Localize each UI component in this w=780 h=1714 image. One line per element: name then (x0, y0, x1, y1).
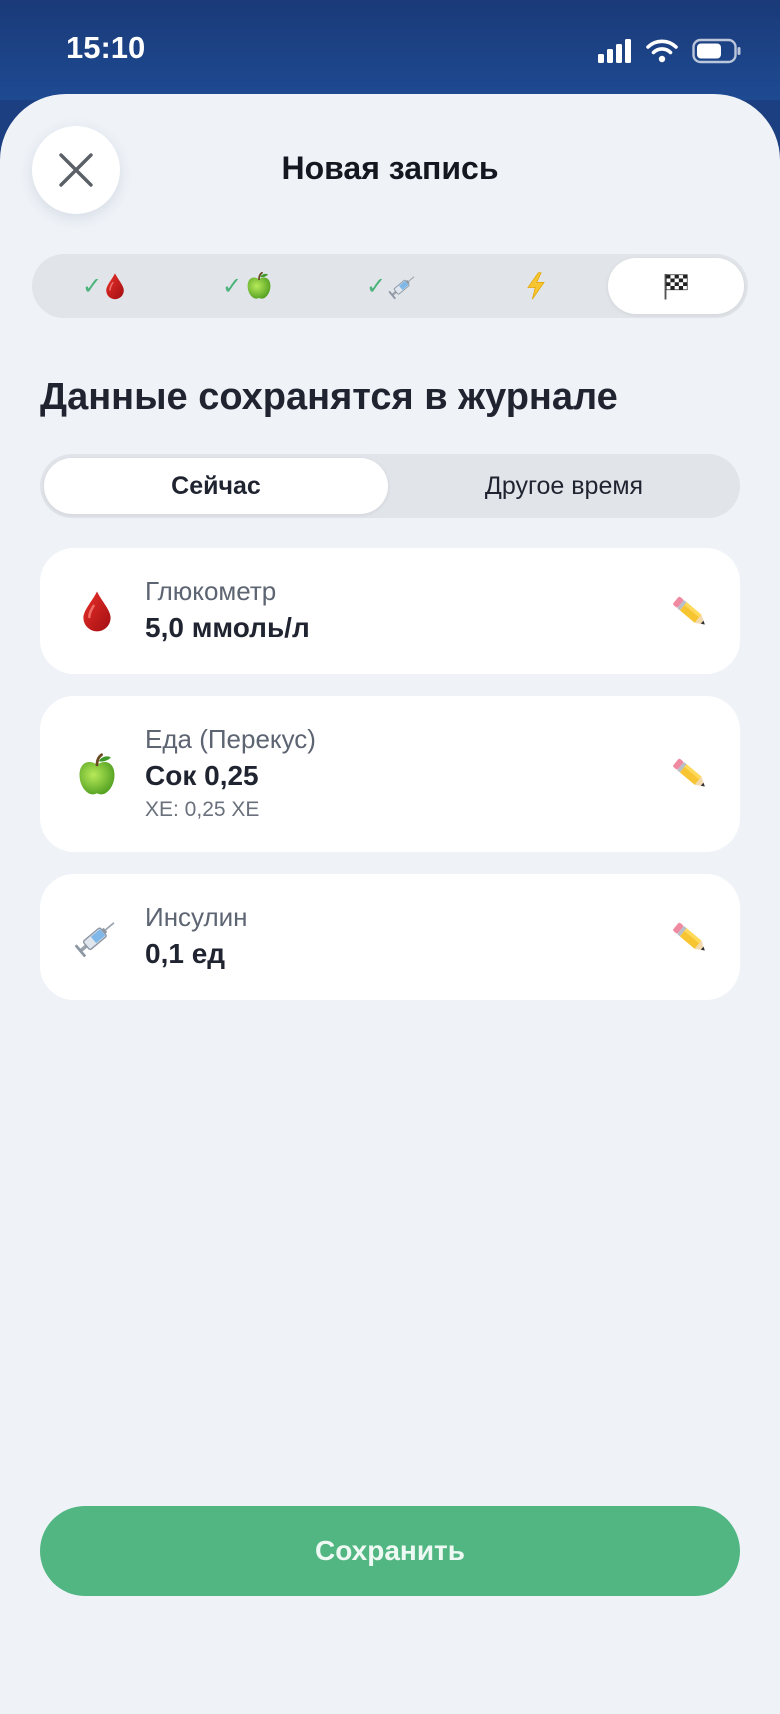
blood-drop-icon (104, 271, 126, 301)
entry-card-food[interactable]: Еда (Перекус) Сок 0,25 ХЕ: 0,25 ХЕ (40, 696, 740, 852)
entry-card-insulin[interactable]: Инсулин 0,1 ед (40, 874, 740, 1000)
battery-icon (692, 38, 741, 64)
time-toggle: Сейчас Другое время (40, 454, 740, 518)
syringe-icon (388, 271, 418, 301)
entry-icon (72, 750, 122, 800)
status-time: 15:10 (66, 30, 146, 65)
step-insulin[interactable]: ✓ (320, 258, 464, 314)
entry-label: Еда (Перекус) (145, 724, 316, 754)
checkered-flag-icon (661, 271, 691, 301)
status-icons (598, 36, 742, 66)
step-activity[interactable] (464, 258, 608, 314)
toggle-other-time[interactable]: Другое время (392, 458, 736, 514)
entry-icon (72, 912, 122, 962)
entry-value: 5,0 ммоль/л (145, 612, 310, 643)
entry-value: Сок 0,25 (145, 760, 259, 791)
entry-card-glucose[interactable]: Глюкометр 5,0 ммоль/л (40, 548, 740, 674)
green-apple-icon (244, 271, 274, 301)
pencil-icon[interactable] (668, 590, 712, 634)
check-icon: ✓ (365, 272, 387, 300)
entry-label: Глюкометр (145, 576, 277, 606)
green-apple-icon (74, 752, 120, 798)
new-entry-sheet: Новая запись ✓ ✓ ✓ Данные сохранятся в ж… (0, 94, 780, 1714)
step-glucose[interactable]: ✓ (32, 258, 176, 314)
pencil-icon[interactable] (668, 916, 712, 960)
signal-icon (598, 39, 631, 63)
check-icon: ✓ (81, 272, 103, 300)
pencil-icon[interactable] (668, 752, 712, 796)
check-icon: ✓ (221, 272, 243, 300)
step-finish[interactable] (608, 258, 744, 314)
step-food[interactable]: ✓ (176, 258, 320, 314)
save-button[interactable]: Сохранить (40, 1506, 740, 1596)
status-bar: 15:10 (0, 0, 780, 100)
entry-icon (72, 586, 122, 636)
page-title: Новая запись (281, 150, 499, 186)
section-heading: Данные сохранятся в журнале (40, 376, 618, 418)
syringe-icon (74, 914, 120, 960)
wifi-icon (646, 39, 678, 63)
lightning-icon (525, 271, 547, 301)
toggle-now[interactable]: Сейчас (44, 458, 388, 514)
entry-subtext: ХЕ: 0,25 ХЕ (145, 798, 260, 821)
entry-value: 0,1 ед (145, 938, 226, 969)
blood-drop-icon (80, 588, 114, 634)
step-progress: ✓ ✓ ✓ (32, 254, 748, 318)
entry-label: Инсулин (145, 902, 248, 932)
